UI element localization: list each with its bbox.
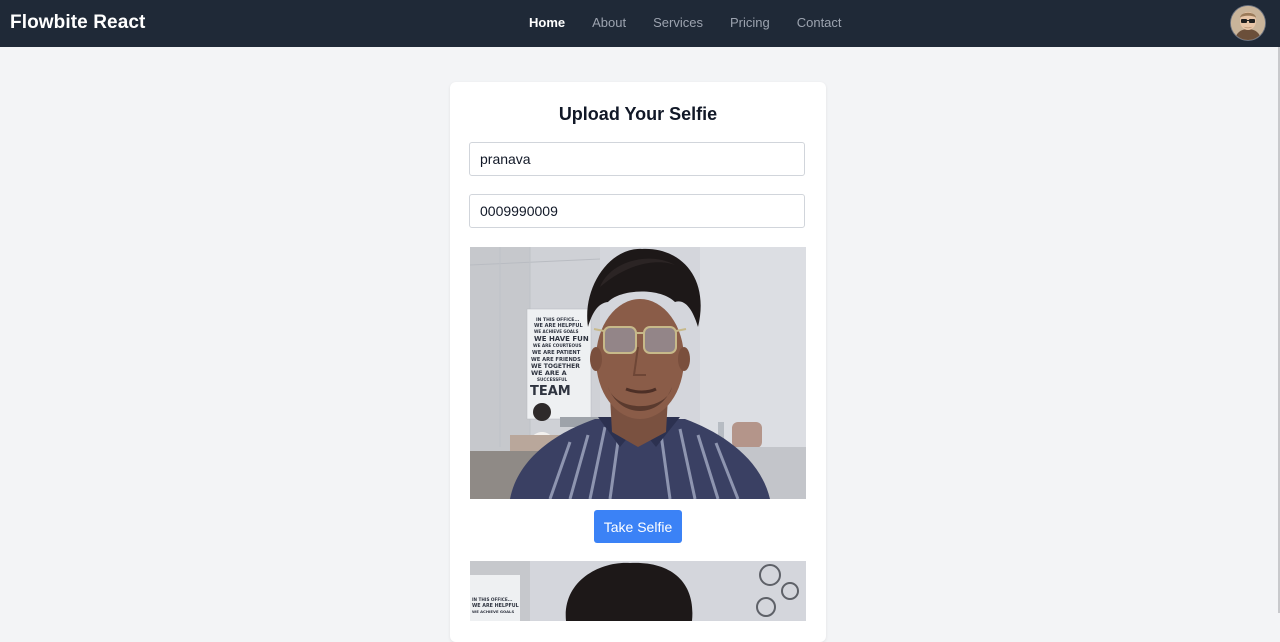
take-selfie-button[interactable]: Take Selfie: [594, 510, 682, 543]
nav-link-home[interactable]: Home: [529, 15, 565, 30]
poster-line-10: TEAM: [530, 384, 571, 399]
poster-line-4: WE ARE COURTEOUS: [533, 343, 581, 348]
poster-line-5: WE ARE PATIENT: [532, 350, 581, 356]
capture-poster-line-0: IN THIS OFFICE...: [472, 597, 513, 602]
nav-links: Home About Services Pricing Contact: [529, 15, 869, 30]
card-title: Upload Your Selfie: [558, 104, 718, 124]
nav-link-contact[interactable]: Contact: [797, 15, 842, 30]
captured-selfie-preview: IN THIS OFFICE... WE ARE HELPFUL WE ACHI…: [470, 561, 806, 621]
name-input[interactable]: [469, 142, 805, 176]
poster-line-3: WE HAVE FUN: [534, 335, 589, 343]
poster-line-9: SUCCESSFUL: [537, 377, 568, 382]
nav-link-services[interactable]: Services: [653, 15, 703, 30]
nav-link-about[interactable]: About: [592, 15, 626, 30]
top-navbar: Flowbite React Home About Services Prici…: [0, 0, 1280, 47]
poster-line-8: WE ARE A: [531, 369, 567, 377]
nav-link-pricing[interactable]: Pricing: [730, 15, 770, 30]
capture-poster-line-2: WE ACHIEVE GOALS: [472, 609, 514, 614]
user-avatar-icon[interactable]: [1231, 6, 1265, 40]
phone-input[interactable]: [469, 194, 805, 228]
camera-preview: IN THIS OFFICE... WE ARE HELPFUL WE ACHI…: [470, 247, 806, 499]
poster-line-2: WE ACHIEVE GOALS: [534, 329, 579, 334]
selfie-upload-card: Upload Your Selfie IN THIS OFFICE... WE …: [450, 82, 826, 642]
brand-title[interactable]: Flowbite React: [10, 12, 145, 34]
